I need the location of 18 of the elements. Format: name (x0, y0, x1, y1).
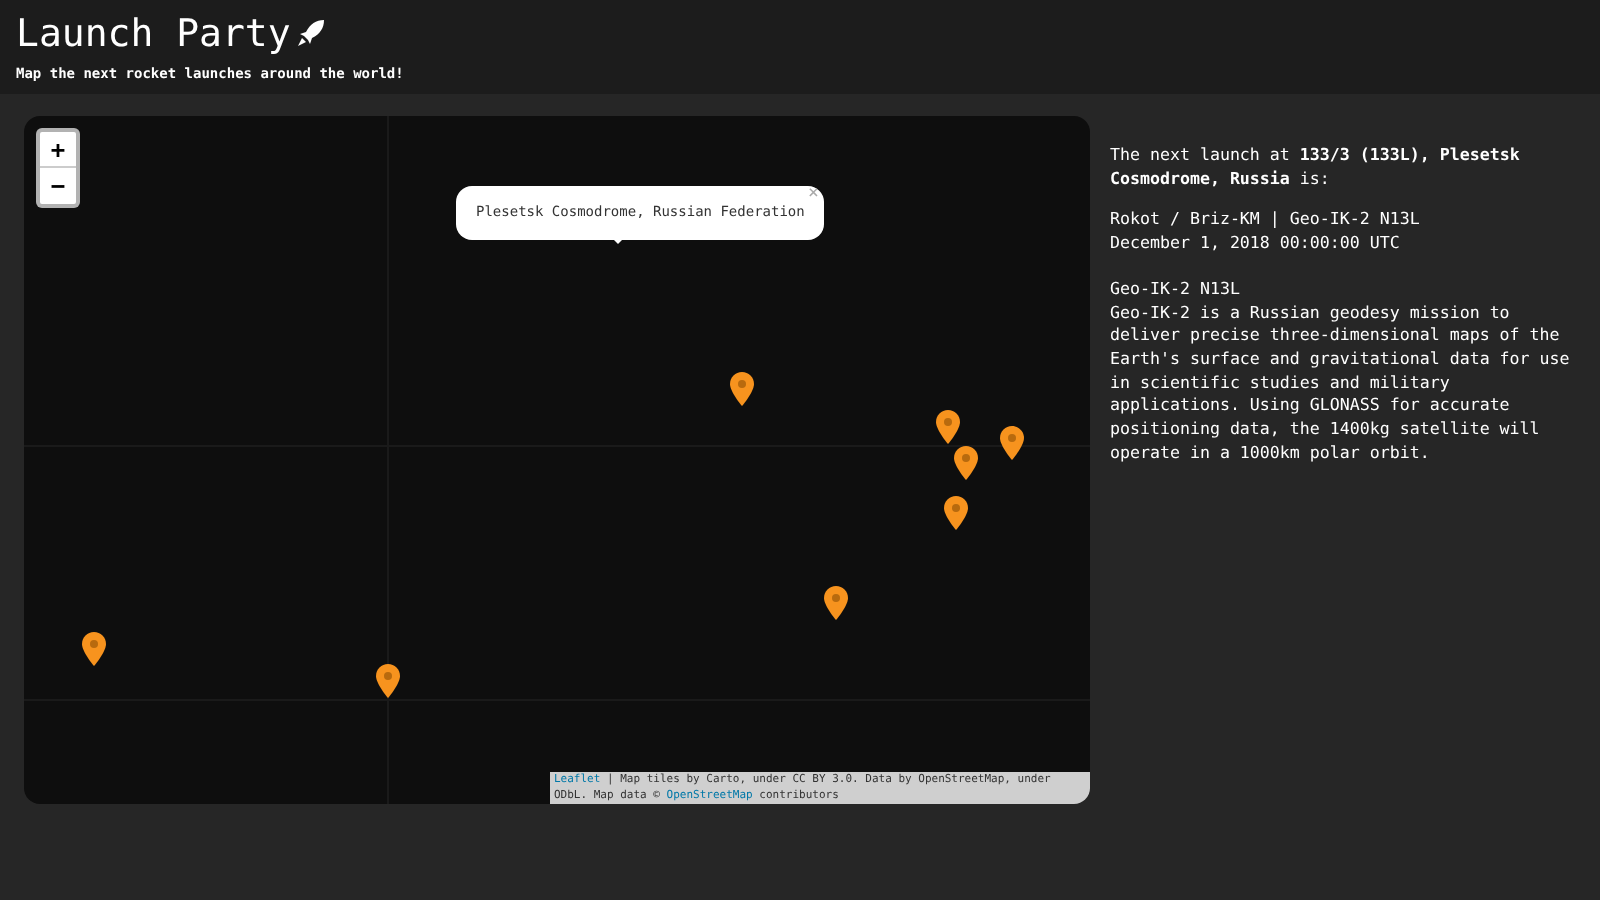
rocket-icon (294, 18, 327, 50)
mission-name: Geo-IK-2 N13L (1110, 277, 1242, 302)
close-button[interactable]: × (807, 186, 819, 204)
launch-date: December 1, 2018 00:00:00 UTC (1110, 232, 1402, 256)
launch-intro: The next launch at 133/3 (133L), Plesetsk Cosmodrome, Russia is: (1110, 144, 1522, 191)
map-marker-icon[interactable] (954, 446, 978, 480)
map-marker-icon[interactable] (944, 496, 968, 530)
map-marker-icon[interactable] (730, 372, 754, 406)
mission-description: Geo-IK-2 is a Russian geodesy mission to deliver precise three-dimensional maps of the Earth's surface and gravitational data for use in scientific studies and military applications. Using GLONASS for accurate positioning data, the 1400kg satellite will operate in a 1000km polar orbit. (1110, 301, 1572, 465)
map-marker-icon[interactable] (824, 586, 848, 620)
map-marker-icon[interactable] (936, 410, 960, 444)
zoom-out-button[interactable]: − (40, 168, 76, 204)
map-marker-icon[interactable] (82, 632, 106, 666)
map-marker-icon[interactable] (1000, 426, 1024, 460)
zoom-in-button[interactable]: + (40, 132, 76, 168)
app-title: Launch Party (16, 10, 291, 58)
launch-vehicle: Rokot / Briz-KM | Geo-IK-2 N13L (1110, 208, 1422, 233)
map-marker-icon[interactable] (376, 664, 400, 698)
